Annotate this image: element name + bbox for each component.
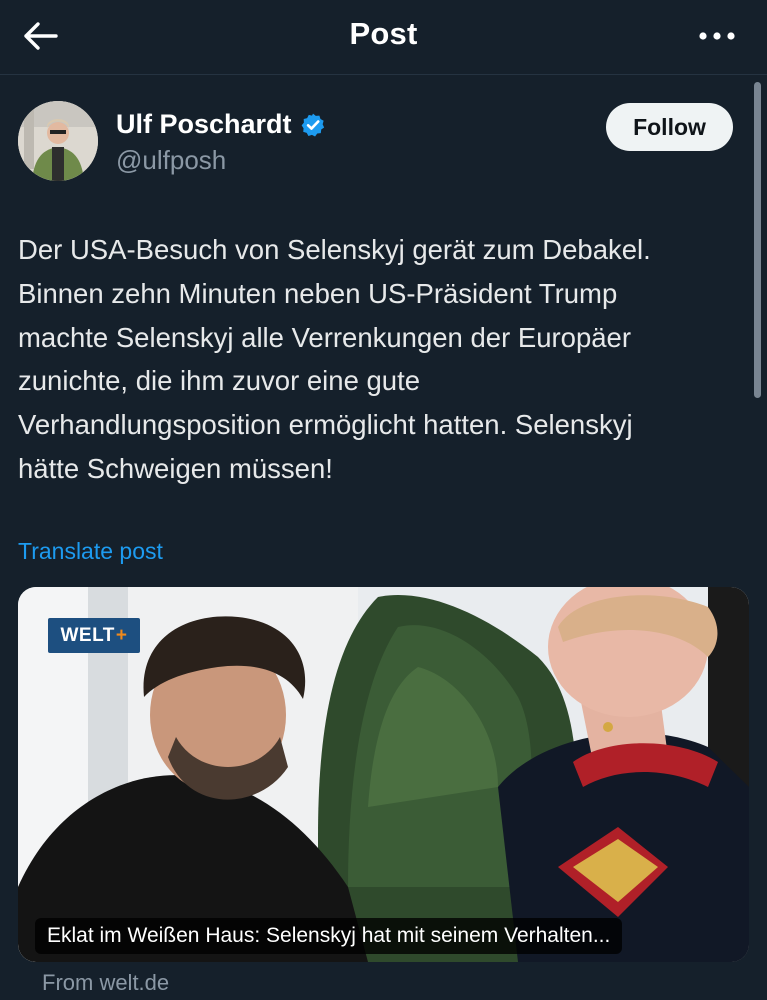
author-handle[interactable]: @ulfposh xyxy=(116,145,226,176)
post-text: Der USA-Besuch von Selenskyj gerät zum D… xyxy=(18,228,748,491)
follow-button[interactable]: Follow xyxy=(606,103,733,151)
link-source[interactable]: From welt.de xyxy=(42,970,169,996)
post-text-line: machte Selenskyj alle Verrenkungen der E… xyxy=(18,321,632,353)
publisher-badge: WELT + xyxy=(48,618,140,653)
verified-badge-icon xyxy=(301,113,324,136)
top-bar: Post xyxy=(0,0,767,75)
post-text-line: Verhandlungsposition ermöglicht hatten. … xyxy=(18,409,633,441)
publisher-badge-plus: + xyxy=(115,624,128,646)
link-title-overlay: Eklat im Weißen Haus: Selenskyj hat mit … xyxy=(35,918,623,954)
more-options-button[interactable] xyxy=(693,18,741,54)
publisher-badge-text: WELT xyxy=(60,624,115,646)
avatar-image xyxy=(18,101,98,181)
post-text-line: hätte Schweigen müssen! xyxy=(18,452,333,484)
translate-post-link[interactable]: Translate post xyxy=(18,538,163,565)
more-horizontal-icon xyxy=(699,32,735,40)
scrollbar[interactable] xyxy=(754,82,761,398)
author-display-name[interactable]: Ulf Poschardt xyxy=(116,109,292,140)
author-avatar[interactable] xyxy=(18,101,98,181)
post-text-line: Binnen zehn Minuten neben US-Präsident T… xyxy=(18,277,618,309)
link-preview-card[interactable]: WELT + Eklat im Weißen Haus: Selenskyj ha… xyxy=(18,587,749,962)
page-title: Post xyxy=(349,16,418,51)
post-text-line: zunichte, die ihm zuvor eine gute xyxy=(18,365,421,397)
post-text-line: Der USA-Besuch von Selenskyj gerät zum D… xyxy=(18,234,651,265)
author-name-row: Ulf Poschardt xyxy=(116,109,326,140)
